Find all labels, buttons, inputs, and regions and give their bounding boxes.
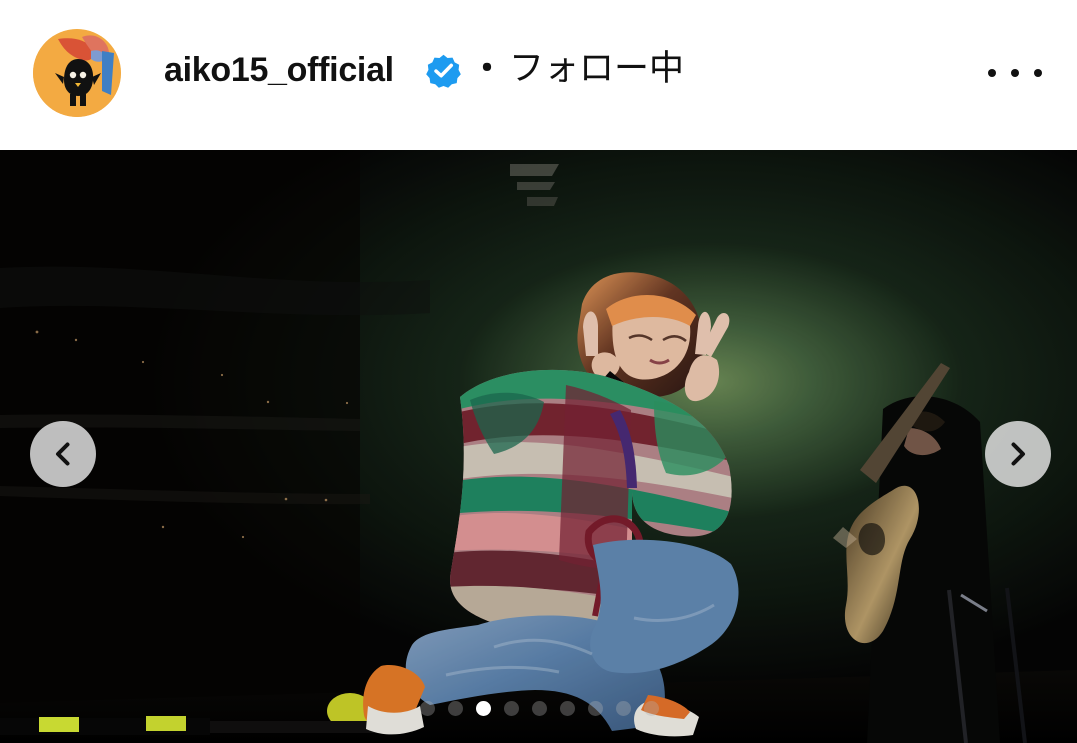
following-button[interactable]: フォロー中 bbox=[509, 47, 684, 91]
post-media-carousel[interactable] bbox=[0, 150, 1077, 743]
chevron-right-icon bbox=[1011, 442, 1025, 466]
previous-slide-button[interactable] bbox=[30, 421, 96, 487]
carousel-pagination bbox=[420, 699, 660, 719]
carousel-dot[interactable] bbox=[448, 701, 463, 716]
more-options-icon[interactable] bbox=[988, 56, 1042, 90]
profile-avatar[interactable] bbox=[33, 29, 121, 117]
post-header: aiko15_official ・ フォロー中 bbox=[0, 0, 1077, 150]
more-dot bbox=[1034, 69, 1042, 77]
avatar-illustration bbox=[33, 29, 121, 117]
concert-photo bbox=[0, 150, 1077, 743]
next-slide-button[interactable] bbox=[985, 421, 1051, 487]
carousel-dot[interactable] bbox=[504, 701, 519, 716]
carousel-dot[interactable] bbox=[420, 701, 435, 716]
carousel-dot[interactable] bbox=[644, 701, 659, 716]
carousel-dot[interactable] bbox=[616, 701, 631, 716]
verified-badge-icon bbox=[426, 53, 461, 88]
more-dot bbox=[1011, 69, 1019, 77]
account-username[interactable]: aiko15_official bbox=[164, 48, 394, 92]
follow-separator: ・ bbox=[470, 50, 504, 88]
carousel-dot-active[interactable] bbox=[476, 701, 491, 716]
chevron-left-icon bbox=[56, 442, 70, 466]
more-dot bbox=[988, 69, 996, 77]
carousel-dot[interactable] bbox=[560, 701, 575, 716]
carousel-dot[interactable] bbox=[588, 701, 603, 716]
carousel-dot[interactable] bbox=[532, 701, 547, 716]
